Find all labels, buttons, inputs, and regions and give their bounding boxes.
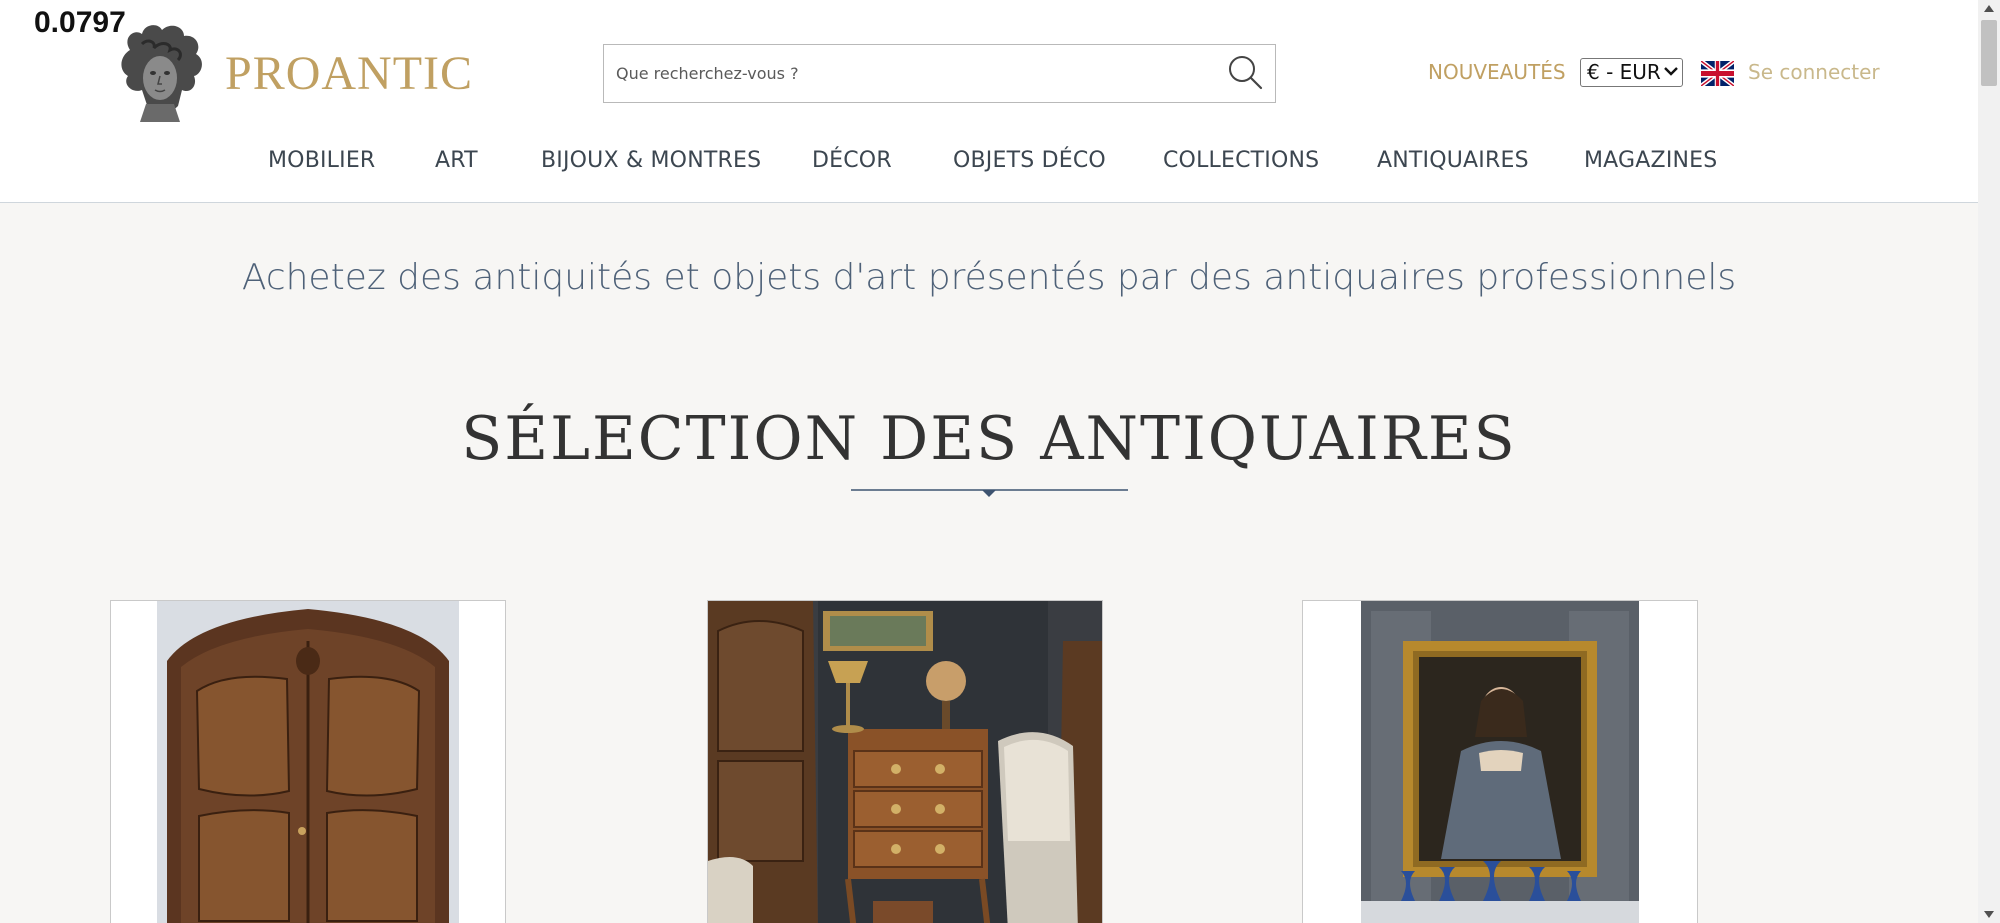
scrollbar-thumb[interactable]	[1981, 20, 1997, 86]
nav-item-bijoux-montres[interactable]: BIJOUX & MONTRES	[541, 148, 761, 173]
product-card[interactable]	[1302, 600, 1698, 923]
title-divider	[851, 489, 1128, 497]
section-title: SÉLECTION DES ANTIQUAIRES	[461, 404, 1517, 474]
logo-bust-icon[interactable]	[112, 20, 210, 122]
uk-flag-icon[interactable]	[1701, 61, 1734, 86]
nav-item-objets-deco[interactable]: OBJETS DÉCO	[953, 148, 1106, 173]
page-tagline: Achetez des antiquités et objets d'art p…	[241, 257, 1737, 298]
nav-item-decor[interactable]: DÉCOR	[812, 148, 892, 173]
product-card[interactable]	[110, 600, 506, 923]
nav-item-mobilier[interactable]: MOBILIER	[268, 148, 375, 173]
nav-item-art[interactable]: ART	[435, 148, 478, 173]
search-icon[interactable]	[1225, 52, 1265, 92]
site-header: PROANTIC NOUVEAUTÉS € - EUR Se connecter…	[0, 0, 1978, 203]
product-card[interactable]	[707, 600, 1103, 923]
nav-item-magazines[interactable]: MAGAZINES	[1584, 148, 1717, 173]
search-box	[603, 44, 1276, 103]
nouveautes-link[interactable]: NOUVEAUTÉS	[1428, 60, 1566, 84]
scroll-down-arrow-icon[interactable]	[1984, 911, 1994, 919]
login-link[interactable]: Se connecter	[1748, 60, 1880, 84]
nav-item-collections[interactable]: COLLECTIONS	[1163, 148, 1319, 173]
search-input[interactable]	[616, 45, 1176, 102]
armoire-image-icon[interactable]	[157, 601, 459, 923]
score-overlay: 0.0797	[34, 6, 126, 39]
vertical-scrollbar[interactable]	[1978, 0, 2000, 923]
portrait-painting-image-icon[interactable]	[1361, 601, 1639, 923]
interior-commode-image-icon[interactable]	[708, 601, 1103, 923]
scroll-up-arrow-icon[interactable]	[1984, 4, 1994, 12]
main-navigation: MOBILIER ART BIJOUX & MONTRES DÉCOR OBJE…	[0, 148, 1978, 178]
brand-logo-text[interactable]: PROANTIC	[225, 46, 473, 101]
nav-item-antiquaires[interactable]: ANTIQUAIRES	[1377, 148, 1529, 173]
chevron-down-icon	[1664, 67, 1678, 76]
